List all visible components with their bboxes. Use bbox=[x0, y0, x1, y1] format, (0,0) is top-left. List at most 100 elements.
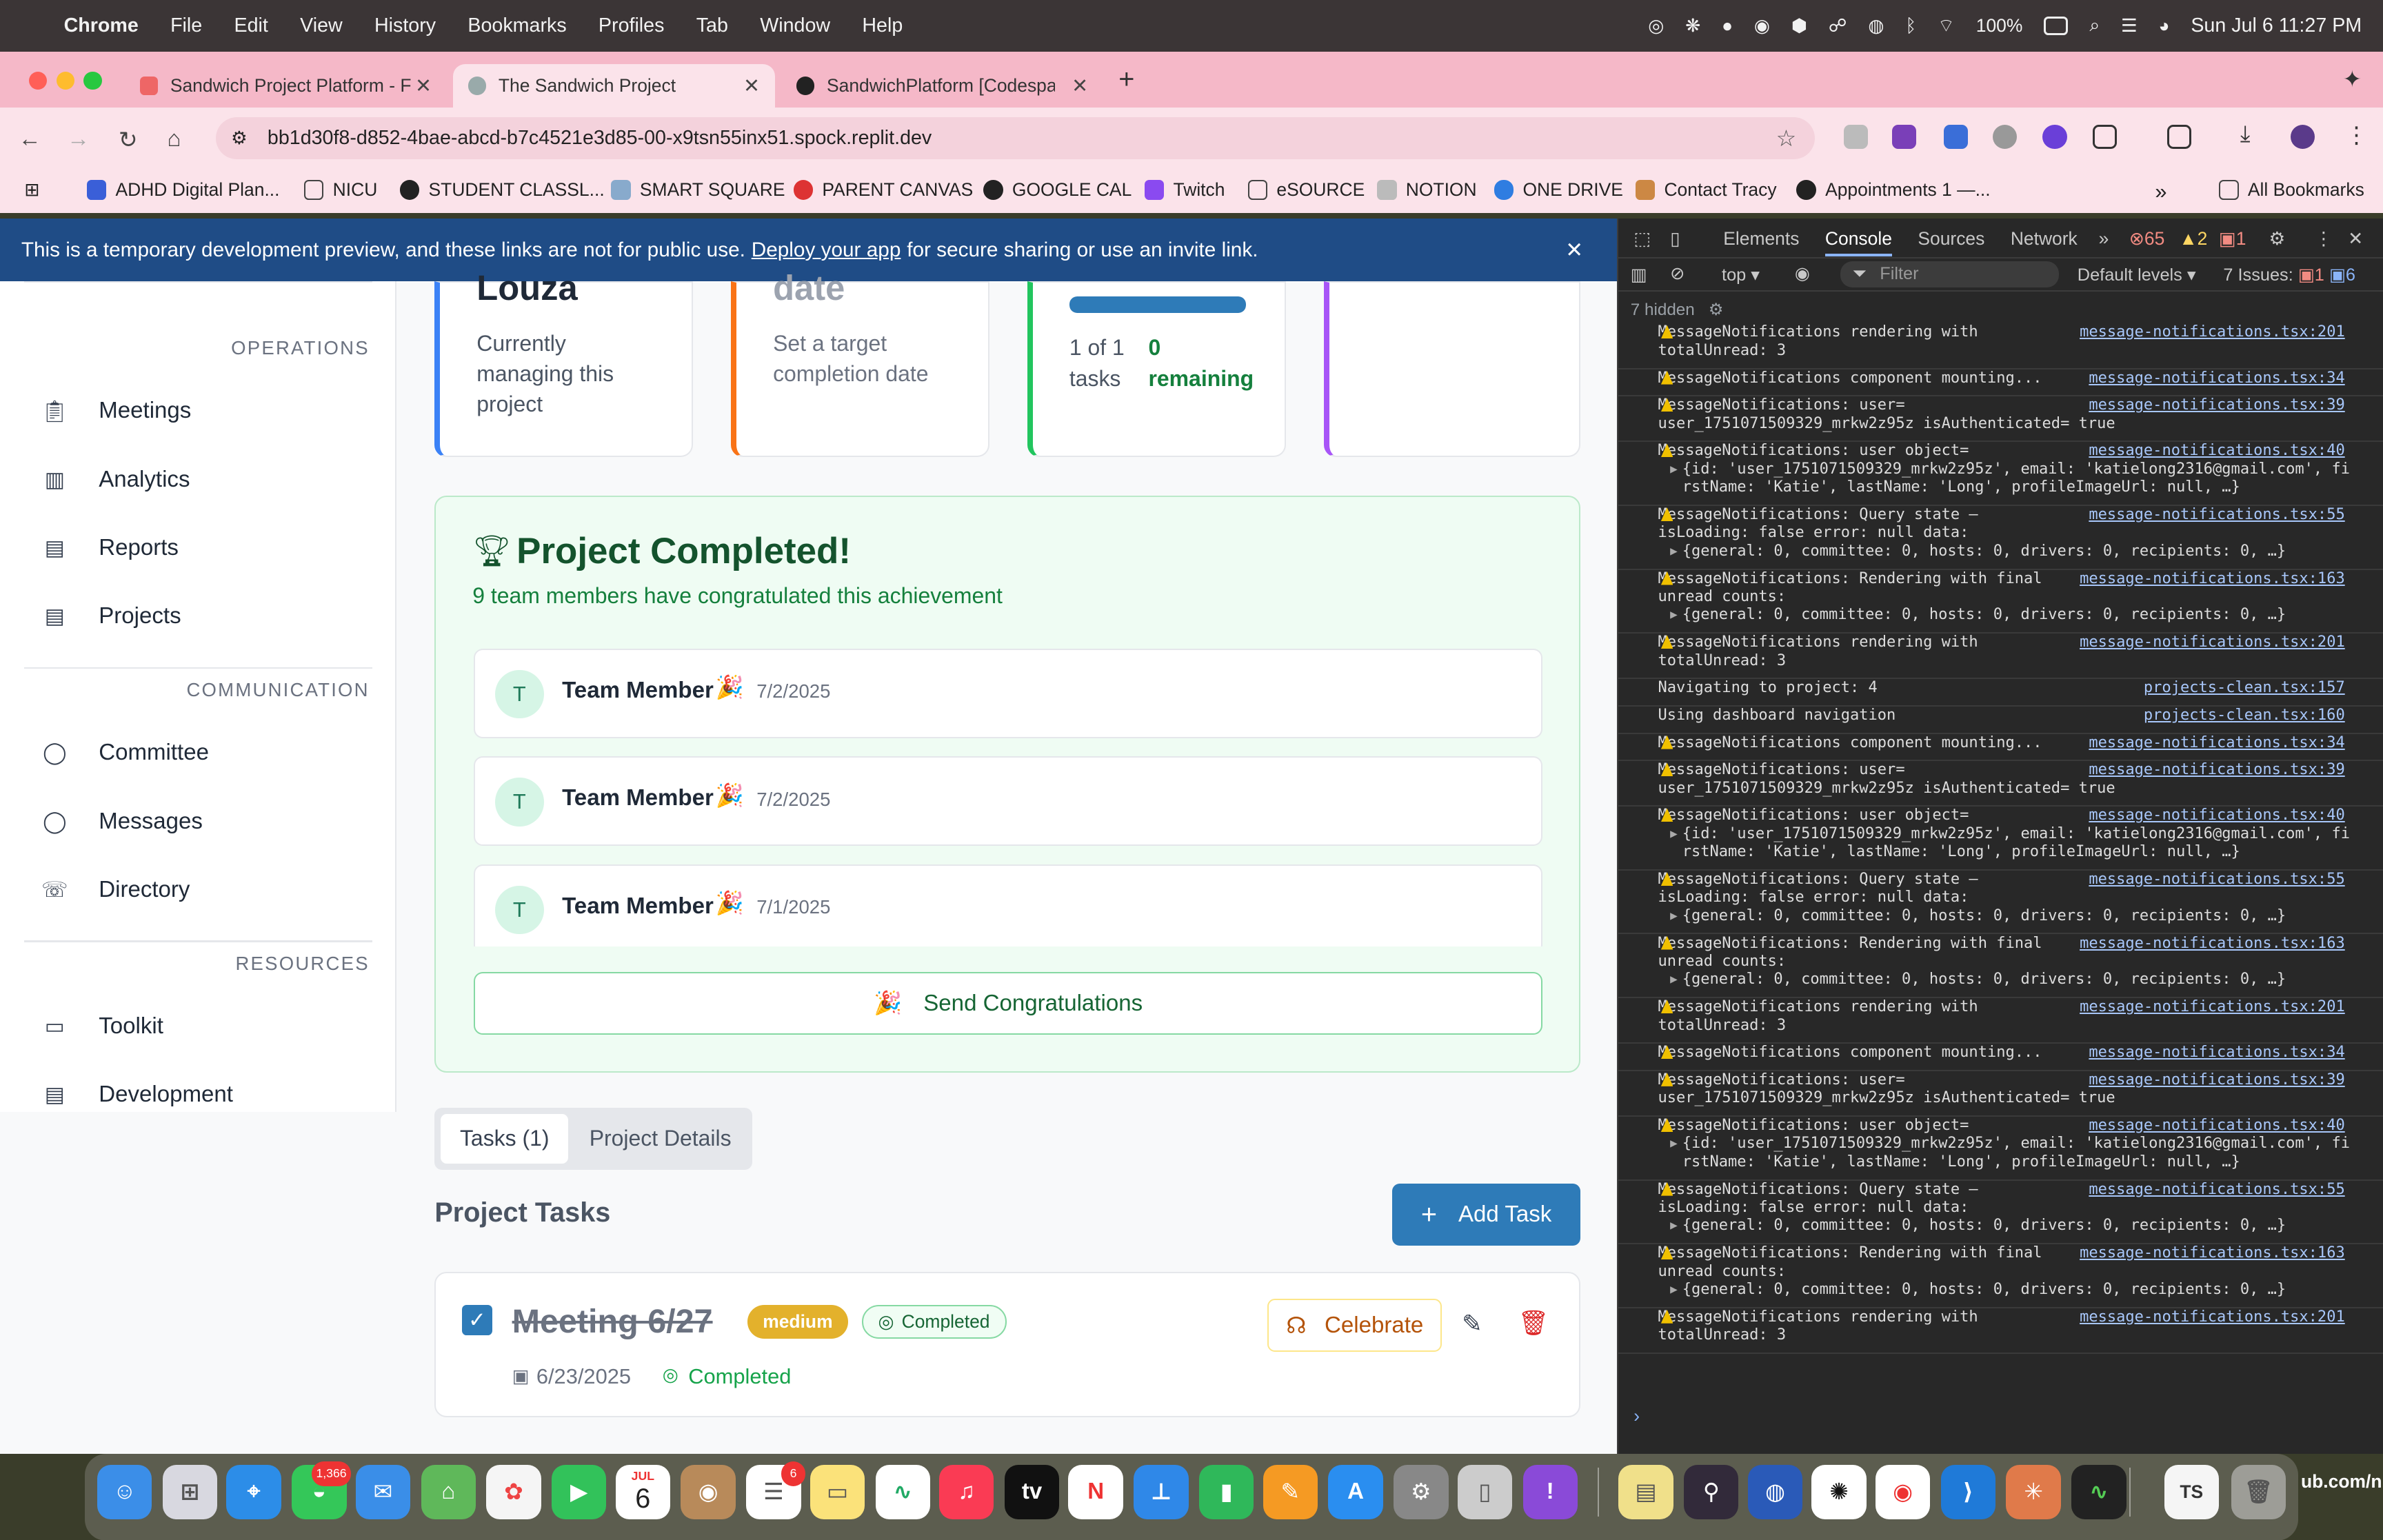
issues-summary[interactable]: 7 Issues: ▣1 ▣6 bbox=[2223, 264, 2355, 285]
bookmark-item[interactable]: SMART SQUARE bbox=[611, 179, 785, 201]
bookmark-item[interactable]: NOTION bbox=[1376, 179, 1477, 201]
add-task-button[interactable]: + Add Task bbox=[1391, 1183, 1581, 1246]
menubar-clock[interactable]: Sun Jul 6 11:27 PM bbox=[2191, 14, 2362, 37]
source-link[interactable]: message-notifications.tsx:40 bbox=[2089, 442, 2344, 460]
devtools-tab-elements[interactable]: Elements bbox=[1723, 228, 1799, 250]
sidebar-toggle-icon[interactable]: ▥ bbox=[1631, 264, 1647, 285]
console-message[interactable]: MessageNotifications component mounting.… bbox=[1618, 734, 2383, 762]
close-window-button[interactable] bbox=[28, 71, 48, 90]
back-icon[interactable]: ← bbox=[18, 126, 41, 152]
reload-icon[interactable]: ↻ bbox=[119, 126, 138, 154]
source-link[interactable]: message-notifications.tsx:40 bbox=[2089, 1117, 2344, 1135]
notes-icon[interactable]: ▭ bbox=[810, 1464, 865, 1520]
close-tab-icon[interactable]: ✕ bbox=[415, 74, 432, 98]
levels-select[interactable]: Default levels ▾ bbox=[2078, 264, 2196, 285]
source-link[interactable]: message-notifications.tsx:39 bbox=[2089, 761, 2344, 779]
sidebar-item-messages[interactable]: ◯ Messages bbox=[43, 809, 203, 835]
source-link[interactable]: message-notifications.tsx:34 bbox=[2089, 734, 2344, 752]
tab-tasks[interactable]: Tasks (1) bbox=[441, 1113, 569, 1164]
expand-icon[interactable]: ▶ bbox=[1670, 971, 1678, 989]
status-icon[interactable]: ● bbox=[1722, 15, 1733, 37]
tab-project-details[interactable]: Project Details bbox=[574, 1114, 746, 1164]
deploy-link[interactable]: Deploy your app bbox=[752, 239, 901, 262]
expand-icon[interactable]: ▶ bbox=[1670, 1281, 1678, 1299]
inspect-icon[interactable]: ⬚ bbox=[1633, 228, 1651, 250]
control-center-icon[interactable]: ☰ bbox=[2121, 15, 2138, 37]
browser-tab[interactable]: Sandwich Project Platform - F ✕ bbox=[125, 64, 447, 108]
gemini-icon[interactable]: ✦ bbox=[2342, 65, 2362, 93]
expand-icon[interactable]: ▶ bbox=[1670, 606, 1678, 624]
console-message[interactable]: MessageNotifications: user= user_17510715… bbox=[1618, 761, 2383, 807]
extension-icon[interactable] bbox=[1944, 124, 1969, 149]
news-icon[interactable]: N bbox=[1068, 1464, 1123, 1520]
console-message[interactable]: MessageNotifications rendering with total… bbox=[1618, 998, 2383, 1044]
browser-tab[interactable]: SandwichPlatform [Codespac ✕ bbox=[781, 64, 1103, 108]
close-tab-icon[interactable]: ✕ bbox=[743, 74, 760, 98]
extensions-puzzle-icon[interactable] bbox=[2093, 124, 2118, 149]
source-link[interactable]: message-notifications.tsx:40 bbox=[2089, 807, 2344, 824]
music-icon[interactable]: ♫ bbox=[939, 1464, 994, 1520]
console-message[interactable]: MessageNotifications: user object= ▶ {id: … bbox=[1618, 442, 2383, 506]
status-icon[interactable]: ❋ bbox=[1685, 15, 1700, 37]
console-message[interactable]: Navigating to project: 4 projects-clean.t… bbox=[1618, 679, 2383, 707]
bookmark-item[interactable]: ADHD Digital Plan... bbox=[86, 179, 280, 201]
edit-icon[interactable]: ✎ bbox=[1462, 1310, 1482, 1338]
sidebar-item-reports[interactable]: ▤ Reports bbox=[43, 535, 179, 561]
new-tab-icon[interactable]: + bbox=[1118, 64, 1134, 95]
bookmark-item[interactable]: PARENT CANVAS bbox=[793, 179, 973, 201]
sidebar-item-toolkit[interactable]: ▭ Toolkit bbox=[43, 1013, 163, 1040]
console-message[interactable]: MessageNotifications: Rendering with fin… bbox=[1618, 935, 2383, 999]
error-count[interactable]: ⊗65 bbox=[2129, 228, 2165, 250]
celebrate-button[interactable]: ☊ Celebrate bbox=[1267, 1299, 1442, 1352]
sidebar-item-development[interactable]: ▤ Development bbox=[43, 1082, 233, 1108]
source-link[interactable]: message-notifications.tsx:201 bbox=[2080, 1308, 2345, 1326]
source-link[interactable]: message-notifications.tsx:201 bbox=[2080, 323, 2345, 341]
expand-icon[interactable]: ▶ bbox=[1670, 907, 1678, 925]
freeform-icon[interactable]: ∿ bbox=[875, 1464, 930, 1520]
expand-icon[interactable]: ▶ bbox=[1670, 543, 1678, 560]
source-link[interactable]: projects-clean.tsx:157 bbox=[2144, 679, 2345, 697]
extension-icon[interactable] bbox=[1992, 124, 2017, 149]
console-message[interactable]: MessageNotifications rendering with total… bbox=[1618, 1308, 2383, 1354]
menu-window[interactable]: Window bbox=[760, 14, 830, 37]
sidebar-item-directory[interactable]: ☏ Directory bbox=[41, 877, 190, 903]
source-link[interactable]: message-notifications.tsx:163 bbox=[2080, 570, 2345, 588]
sidebar-item-meetings[interactable]: 📋︎ Meetings bbox=[41, 398, 192, 424]
bookmark-item[interactable]: GOOGLE CAL bbox=[983, 179, 1132, 201]
launchpad-icon[interactable]: ⊞ bbox=[162, 1464, 218, 1520]
menu-edit[interactable]: Edit bbox=[234, 14, 268, 37]
pages-icon[interactable]: ✎ bbox=[1263, 1464, 1318, 1520]
devtools-tab-sources[interactable]: Sources bbox=[1918, 228, 1984, 250]
airdrop-icon[interactable]: ◍ bbox=[1868, 15, 1884, 37]
context-select[interactable]: top ▾ bbox=[1722, 264, 1760, 285]
source-link[interactable]: message-notifications.tsx:39 bbox=[2089, 396, 2344, 414]
expand-icon[interactable]: ▶ bbox=[1670, 1217, 1678, 1235]
console-prompt[interactable]: › bbox=[1633, 1406, 1640, 1427]
safari-icon[interactable]: ⌖ bbox=[226, 1464, 281, 1520]
keynote-icon[interactable]: ⊥ bbox=[1134, 1464, 1189, 1520]
filter-input[interactable]: ⏷ Filter bbox=[1840, 261, 2060, 287]
console-message[interactable]: MessageNotifications: Query state – isLoa… bbox=[1618, 1181, 2383, 1245]
console-message[interactable]: MessageNotifications component mounting.… bbox=[1618, 1044, 2383, 1071]
bookmark-item[interactable]: ONE DRIVE bbox=[1494, 179, 1623, 201]
facetime-icon[interactable]: ▶ bbox=[552, 1464, 607, 1520]
console-message[interactable]: MessageNotifications: user object= ▶ {id: … bbox=[1618, 1117, 2383, 1181]
wifi-icon[interactable]: ⌔ bbox=[1938, 14, 1955, 37]
more-options-icon[interactable]: ⋮ bbox=[2315, 228, 2333, 250]
menu-app-name[interactable]: Chrome bbox=[64, 14, 139, 37]
source-link[interactable]: message-notifications.tsx:201 bbox=[2080, 634, 2345, 651]
bookmark-star-icon[interactable]: ☆ bbox=[1776, 125, 1797, 152]
instruments-icon[interactable]: ⚲ bbox=[1684, 1464, 1739, 1520]
status-icon[interactable]: ◉ bbox=[1754, 15, 1770, 37]
extension-icon[interactable] bbox=[1892, 124, 1917, 149]
sidebar-item-committee[interactable]: ◯ Committee bbox=[43, 740, 209, 766]
status-icon[interactable]: ◎ bbox=[1648, 15, 1664, 37]
home-icon[interactable]: ⌂ bbox=[167, 126, 181, 152]
close-banner-icon[interactable]: ✕ bbox=[1565, 238, 1583, 263]
bookmark-item[interactable]: eSOURCE bbox=[1247, 179, 1365, 201]
close-tab-icon[interactable]: ✕ bbox=[1072, 74, 1088, 98]
console-message[interactable]: MessageNotifications: user= user_17510715… bbox=[1618, 1071, 2383, 1117]
bluetooth-icon[interactable]: ᛒ bbox=[1905, 15, 1916, 37]
settings-icon[interactable]: ⚙ bbox=[1709, 301, 1724, 319]
console-message[interactable]: MessageNotifications: Rendering with fin… bbox=[1618, 570, 2383, 634]
